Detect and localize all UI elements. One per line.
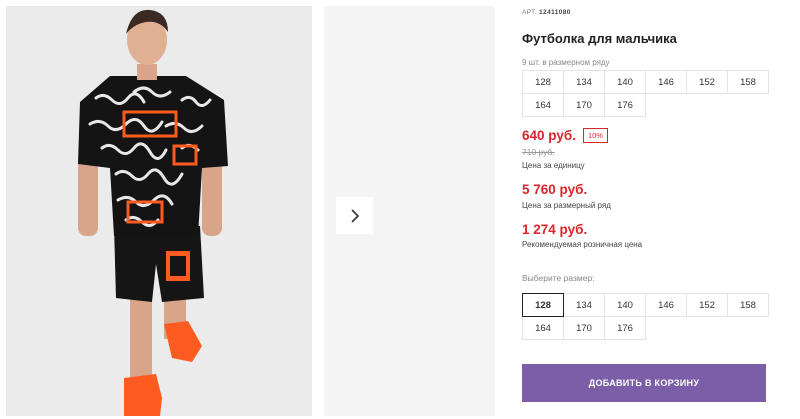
size-option[interactable]: 146 bbox=[645, 293, 687, 317]
pack-size-label: 9 шт. в размерном ряду bbox=[522, 58, 610, 67]
sku-value: 12411080 bbox=[539, 9, 571, 16]
pack-size-grid: 128 134 140 146 152 158 164 170 176 bbox=[522, 70, 769, 117]
unit-price: 640 руб. bbox=[522, 128, 576, 143]
product-title: Футболка для мальчика bbox=[522, 31, 677, 46]
pack-price-label: Цена за размерный ряд bbox=[522, 201, 611, 210]
size-option[interactable]: 140 bbox=[604, 293, 646, 317]
pack-size-cell: 146 bbox=[645, 70, 687, 94]
pack-size-cell: 170 bbox=[563, 93, 605, 117]
pack-size-cell: 152 bbox=[686, 70, 728, 94]
price-row: 640 руб. 10% bbox=[522, 128, 608, 143]
unit-price-label: Цена за единицу bbox=[522, 161, 585, 170]
product-gallery bbox=[6, 6, 495, 416]
recommended-retail-price: 1 274 руб. bbox=[522, 222, 588, 237]
pack-size-cell: 140 bbox=[604, 70, 646, 94]
boy-model-illustration bbox=[6, 6, 312, 416]
pack-size-cell: 134 bbox=[563, 70, 605, 94]
product-page: АРТ. 12411080 Футболка для мальчика 9 шт.… bbox=[0, 0, 800, 419]
size-option[interactable]: 152 bbox=[686, 293, 728, 317]
gallery-next-button[interactable] bbox=[336, 197, 373, 234]
size-option[interactable]: 134 bbox=[563, 293, 605, 317]
size-option[interactable]: 170 bbox=[563, 316, 605, 340]
size-option[interactable]: 176 bbox=[604, 316, 646, 340]
sku-label: АРТ. bbox=[522, 9, 538, 16]
choose-size-label: Выберите размер: bbox=[522, 273, 595, 283]
sku: АРТ. 12411080 bbox=[522, 9, 571, 16]
size-option-selected[interactable]: 128 bbox=[522, 293, 564, 317]
pack-price: 5 760 руб. bbox=[522, 182, 588, 197]
pack-size-cell: 164 bbox=[522, 93, 564, 117]
size-option[interactable]: 164 bbox=[522, 316, 564, 340]
pack-size-cell: 128 bbox=[522, 70, 564, 94]
chevron-right-icon bbox=[350, 208, 359, 223]
size-selector: 128 134 140 146 152 158 164 170 176 bbox=[522, 293, 769, 340]
discount-badge: 10% bbox=[582, 128, 608, 143]
old-price: 710 руб. bbox=[522, 147, 555, 157]
pack-size-cell: 158 bbox=[727, 70, 769, 94]
size-option[interactable]: 158 bbox=[727, 293, 769, 317]
product-photo[interactable] bbox=[6, 6, 312, 416]
pack-size-cell: 176 bbox=[604, 93, 646, 117]
recommended-retail-price-label: Рекомендуемая розничная цена bbox=[522, 240, 643, 249]
add-to-cart-button[interactable]: ДОБАВИТЬ В КОРЗИНУ bbox=[522, 364, 766, 402]
